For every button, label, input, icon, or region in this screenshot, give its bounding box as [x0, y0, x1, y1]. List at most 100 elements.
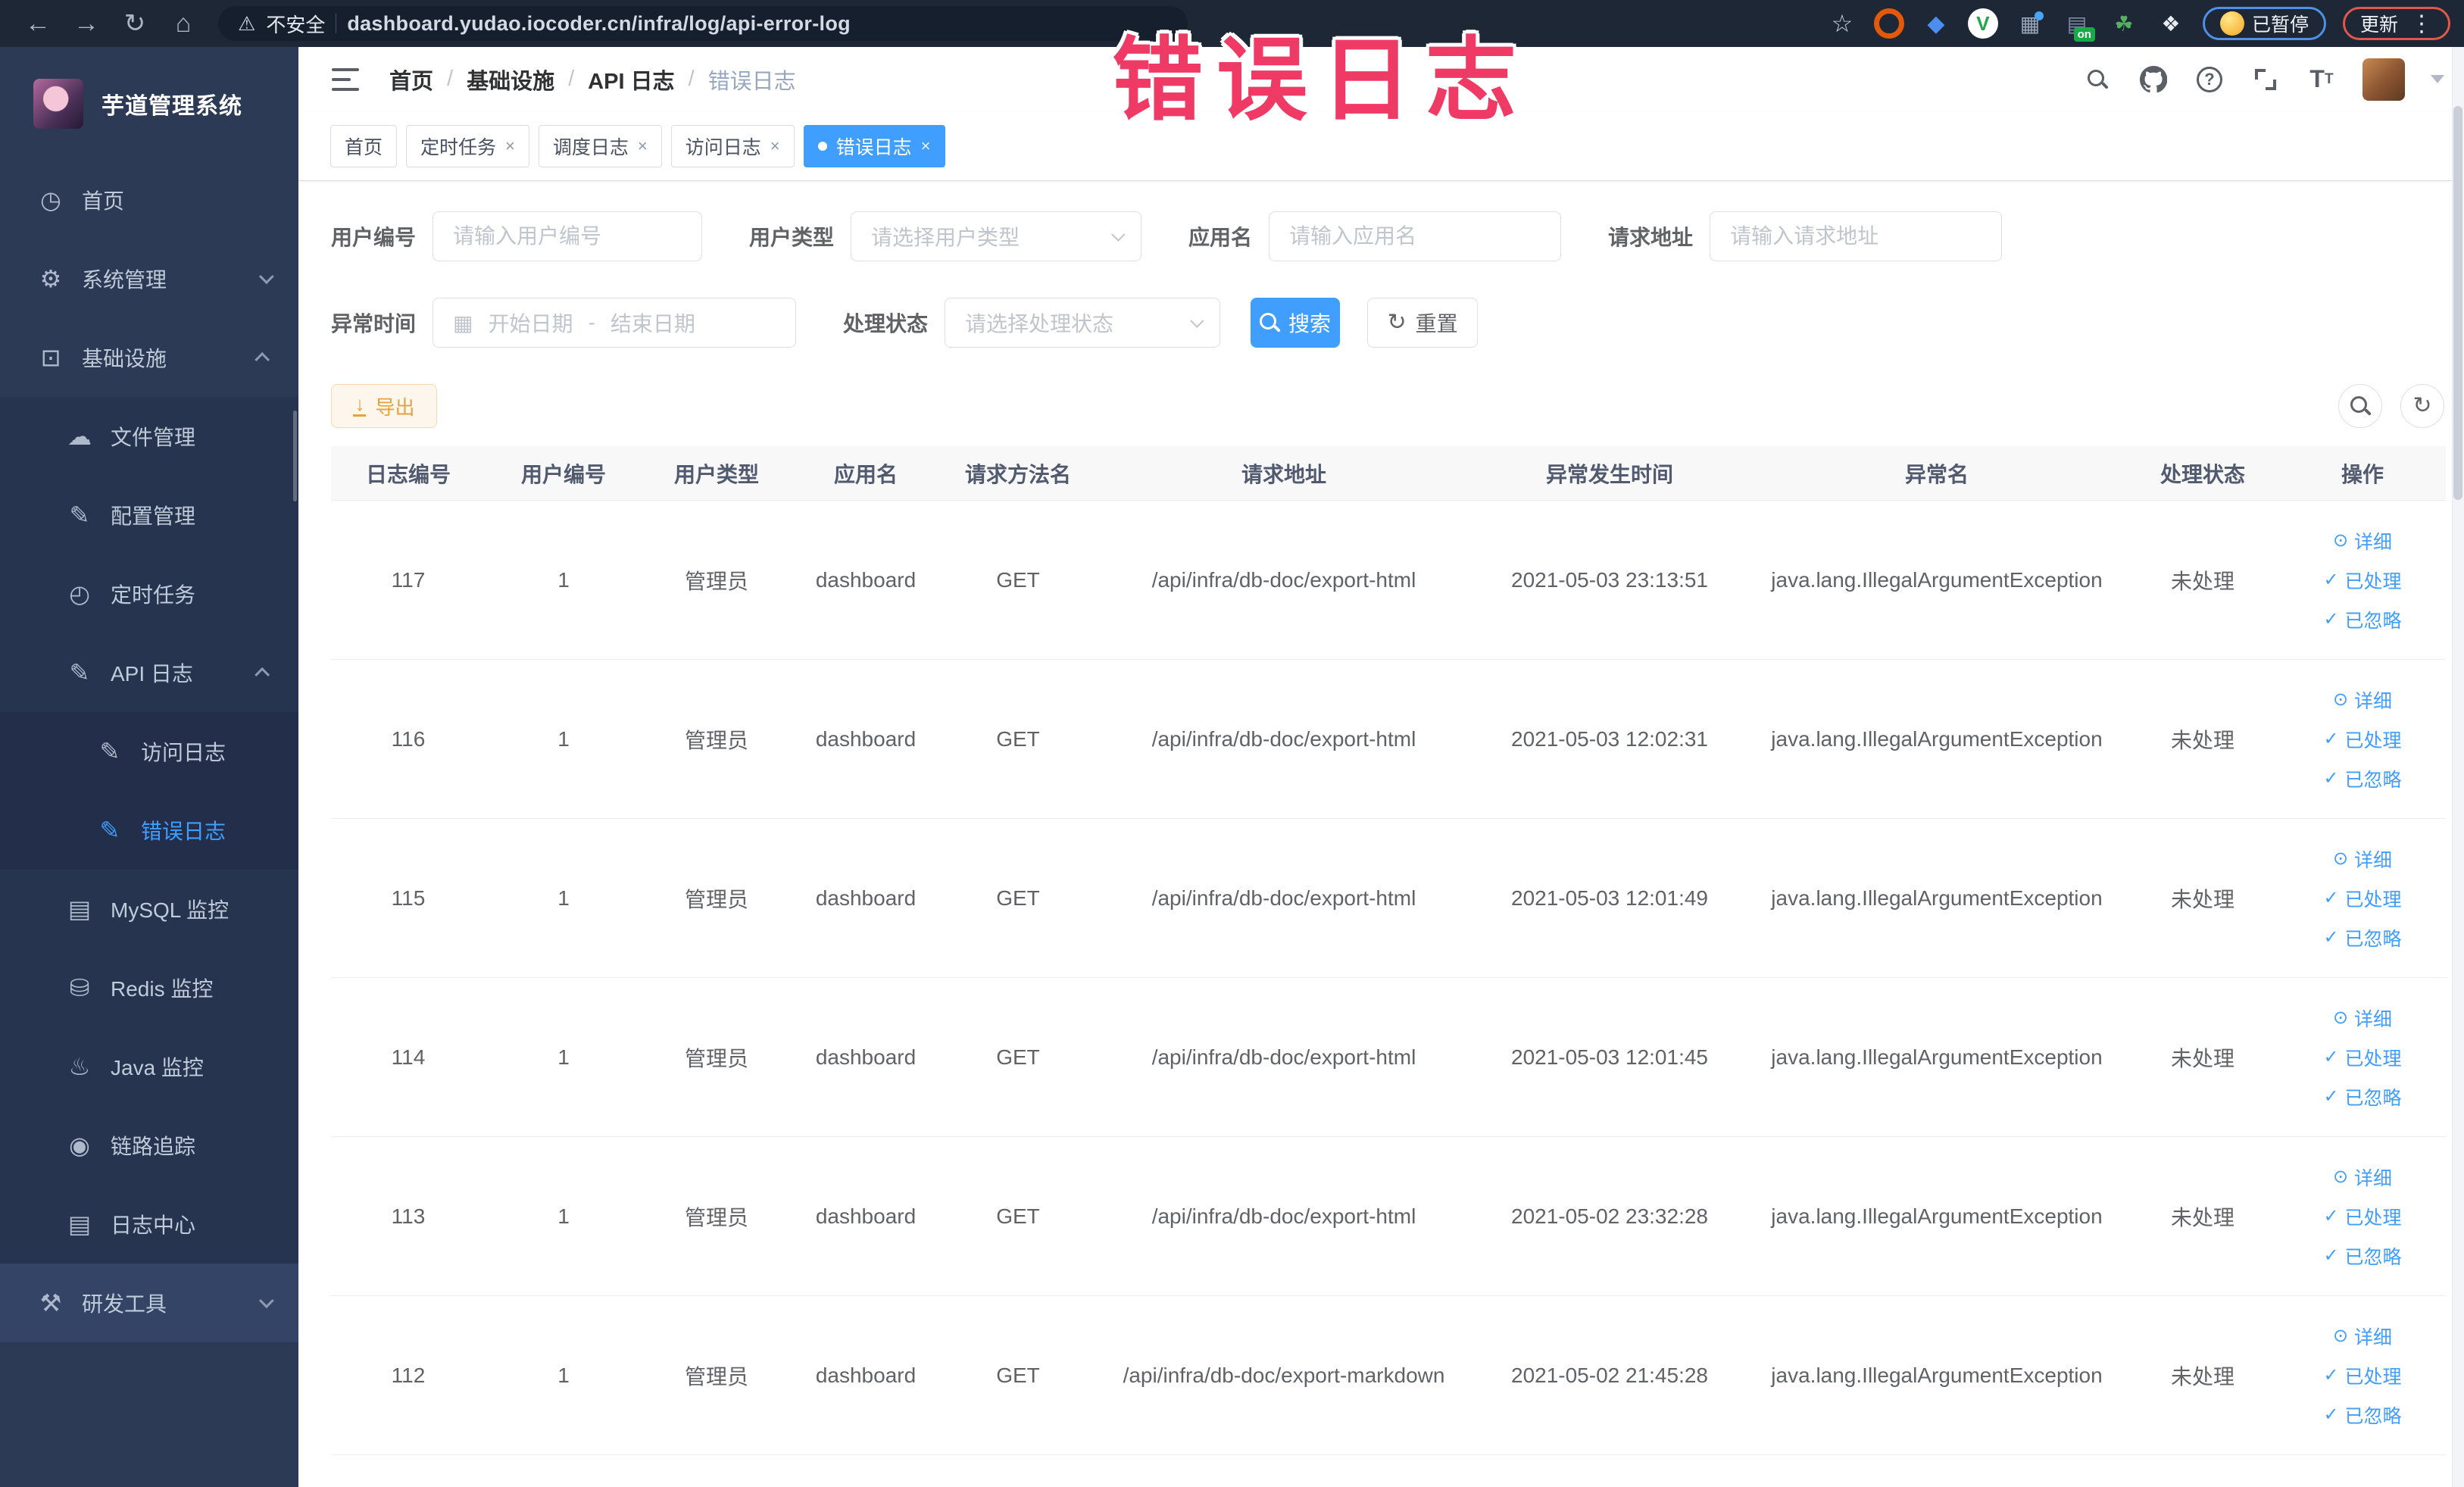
action-详细[interactable]: ⊙ 详细	[2333, 527, 2392, 555]
sidebar-item-日志中心[interactable]: ▤ 日志中心	[0, 1185, 298, 1264]
action-已处理[interactable]: ✓ 已处理	[2323, 885, 2401, 912]
action-详细[interactable]: ⊙ 详细	[2333, 845, 2392, 873]
browser-update-button[interactable]: 更新 ⋮	[2342, 7, 2450, 40]
action-已处理[interactable]: ✓ 已处理	[2323, 1203, 2401, 1230]
extension-grid-icon[interactable]: ▦	[2015, 8, 2045, 39]
breadcrumb-item[interactable]: API 日志	[588, 64, 674, 95]
browser-forward-icon[interactable]: →	[62, 9, 111, 39]
cell-time: 2021-05-02 23:32:28	[1511, 1204, 1708, 1228]
search-button[interactable]: 搜索	[1251, 298, 1341, 348]
browser-home-icon[interactable]: ⌂	[159, 9, 208, 39]
table-row: 117 1 管理员 dashboard GET/api/infra/db-doc/exp…	[331, 501, 2446, 660]
cell-user_type: 管理员	[684, 1364, 748, 1389]
sidebar-item-首页[interactable]: ◷ 首页	[0, 161, 298, 239]
sidebar-item-系统管理[interactable]: ⚙ 系统管理	[0, 239, 298, 318]
page-scrollbar-thumb[interactable]	[2453, 106, 2462, 500]
user-type-select[interactable]: 请选择用户类型	[851, 211, 1142, 261]
sidebar-item-配置管理[interactable]: ✎ 配置管理	[0, 476, 298, 555]
process-status-select[interactable]: 请选择处理状态	[945, 298, 1221, 348]
sidebar-item-mysql-监控[interactable]: ▤ MySQL 监控	[0, 870, 298, 948]
close-tab-icon[interactable]: ×	[638, 136, 648, 156]
cell-user_id: 1	[557, 726, 570, 751]
check-icon: ✓	[2323, 1404, 2339, 1425]
sidebar-item-label: 访问日志	[141, 741, 226, 764]
tab-调度日志[interactable]: 调度日志 ×	[538, 124, 662, 167]
user-avatar[interactable]	[2363, 58, 2405, 101]
help-icon[interactable]: ?	[2194, 64, 2225, 95]
action-已忽略[interactable]: ✓ 已忽略	[2323, 606, 2401, 633]
tab-错误日志[interactable]: 错误日志 ×	[803, 124, 945, 167]
extension-v-icon[interactable]: V	[1967, 8, 1998, 39]
bookmark-star-icon[interactable]: ☆	[1827, 8, 1857, 39]
action-详细[interactable]: ⊙ 详细	[2333, 1323, 2392, 1350]
app-name-input[interactable]	[1269, 211, 1562, 261]
action-已处理[interactable]: ✓ 已处理	[2323, 567, 2401, 594]
refresh-table-button[interactable]: ↻	[2400, 384, 2444, 428]
close-tab-icon[interactable]: ×	[505, 136, 515, 156]
browser-reload-icon[interactable]: ↻	[111, 8, 159, 39]
github-icon[interactable]	[2138, 64, 2169, 95]
action-已处理[interactable]: ✓ 已处理	[2323, 726, 2401, 753]
extension-shield-icon[interactable]: ◆	[1921, 8, 1951, 39]
tab-定时任务[interactable]: 定时任务 ×	[406, 124, 529, 167]
sidebar-item-访问日志[interactable]: ✎ 访问日志	[0, 712, 298, 791]
action-已忽略[interactable]: ✓ 已忽略	[2323, 1401, 2401, 1429]
paused-badge[interactable]: 已暂停	[2202, 7, 2326, 40]
action-label: 已忽略	[2344, 928, 2402, 950]
sidebar-item-redis-监控[interactable]: ⛁ Redis 监控	[0, 948, 298, 1027]
request-url-input[interactable]	[1710, 211, 2003, 261]
export-button[interactable]: ↓ 导出	[331, 384, 437, 428]
sidebar-item-链路追踪[interactable]: ◉ 链路追踪	[0, 1106, 298, 1185]
action-已处理[interactable]: ✓ 已处理	[2323, 1362, 2401, 1389]
breadcrumb-item[interactable]: 基础设施	[467, 64, 554, 95]
user-id-input[interactable]	[433, 211, 703, 261]
breadcrumb-item[interactable]: 首页	[389, 64, 433, 95]
check-icon: ✓	[2323, 729, 2339, 749]
sidebar-item-研发工具[interactable]: ⚒ 研发工具	[0, 1264, 298, 1342]
action-详细[interactable]: ⊙ 详细	[2333, 1004, 2392, 1032]
fullscreen-icon[interactable]	[2250, 64, 2281, 95]
toggle-search-button[interactable]	[2338, 384, 2382, 428]
sidebar-item-文件管理[interactable]: ☁ 文件管理	[0, 397, 298, 476]
action-已忽略[interactable]: ✓ 已忽略	[2323, 765, 2401, 792]
sidebar-scrollbar-thumb[interactable]	[293, 411, 297, 501]
cell-id: 115	[391, 886, 426, 910]
close-tab-icon[interactable]: ×	[770, 136, 780, 156]
sidebar-item-label: 日志中心	[111, 1214, 196, 1237]
action-已忽略[interactable]: ✓ 已忽略	[2323, 1242, 2401, 1270]
sidebar-toggle-icon[interactable]	[332, 67, 359, 91]
reset-button-label: 重置	[1415, 312, 1458, 336]
action-label: 已处理	[2344, 729, 2402, 751]
font-size-icon[interactable]: TT	[2306, 64, 2337, 95]
sidebar-item-api-日志[interactable]: ✎ API 日志	[0, 633, 298, 712]
action-已处理[interactable]: ✓ 已处理	[2323, 1044, 2401, 1071]
extension-orange-icon[interactable]	[1874, 8, 1904, 39]
sidebar-item-定时任务[interactable]: ◴ 定时任务	[0, 555, 298, 633]
sidebar-logo-row[interactable]: 芋道管理系统	[0, 47, 298, 161]
browser-back-icon[interactable]: ←	[14, 9, 62, 39]
exception-time-range-picker[interactable]: ▦ 开始日期 - 结束日期	[433, 298, 797, 348]
action-已忽略[interactable]: ✓ 已忽略	[2323, 924, 2401, 951]
sidebar-item-java-监控[interactable]: ♨ Java 监控	[0, 1027, 298, 1106]
action-详细[interactable]: ⊙ 详细	[2333, 1164, 2392, 1191]
cell-user_type: 管理员	[684, 569, 748, 593]
header-search-icon[interactable]	[2082, 64, 2113, 95]
extension-on-badge-icon[interactable]: ▤	[2062, 8, 2095, 42]
browser-menu-kebab-icon[interactable]: ⋮	[2410, 11, 2433, 37]
user-type-label: 用户类型	[749, 226, 835, 249]
sidebar-item-错误日志[interactable]: ✎ 错误日志	[0, 791, 298, 870]
sidebar-item-基础设施[interactable]: ⊡ 基础设施	[0, 318, 298, 397]
cell-user_type: 管理员	[684, 1046, 748, 1070]
action-详细[interactable]: ⊙ 详细	[2333, 686, 2392, 714]
reset-button[interactable]: ↻ 重置	[1367, 298, 1479, 348]
avatar-caret-icon[interactable]	[2431, 75, 2444, 83]
address-bar[interactable]: ⚠ 不安全 dashboard.yudao.iocoder.cn/infra/l…	[218, 6, 1188, 41]
extension-plant-icon[interactable]: ☘	[2109, 8, 2139, 39]
close-tab-icon[interactable]: ×	[921, 136, 931, 156]
extensions-puzzle-icon[interactable]: ❖	[2156, 8, 2186, 39]
tab-label: 首页	[345, 136, 383, 158]
tab-首页[interactable]: 首页	[330, 124, 398, 167]
tab-访问日志[interactable]: 访问日志 ×	[670, 124, 795, 167]
action-已忽略[interactable]: ✓ 已忽略	[2323, 1083, 2401, 1111]
page-scrollbar-track[interactable]	[2452, 47, 2464, 1487]
